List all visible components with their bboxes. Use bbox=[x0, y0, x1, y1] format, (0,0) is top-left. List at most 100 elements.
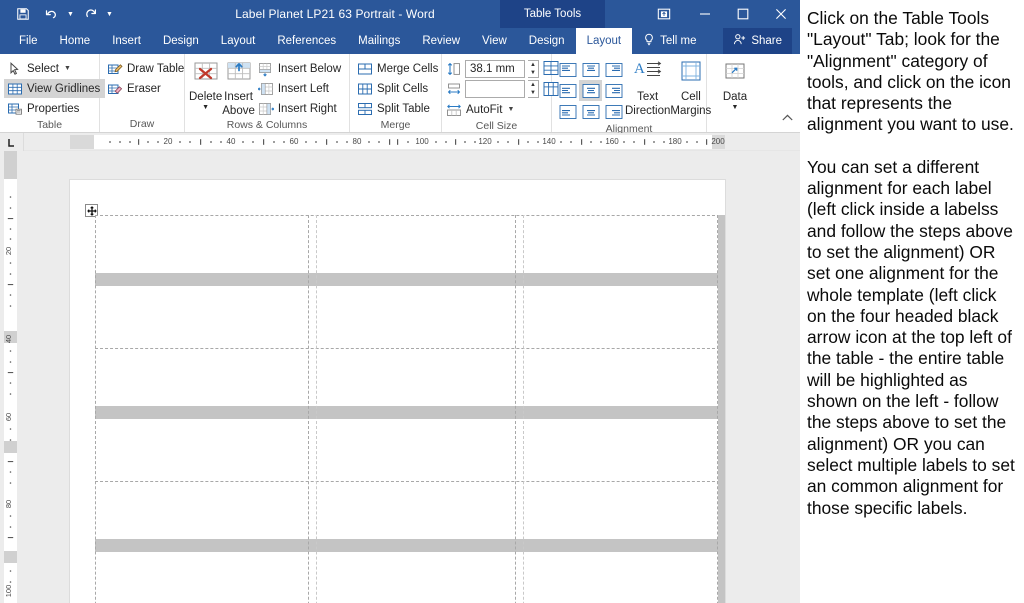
column-width-spinner[interactable]: ▲ ▼ bbox=[528, 80, 539, 98]
restore-icon[interactable] bbox=[724, 0, 762, 28]
undo-dropdown-icon[interactable]: ▼ bbox=[66, 1, 75, 27]
align-top-left-button[interactable] bbox=[556, 59, 579, 80]
align-bottom-left-button[interactable] bbox=[556, 101, 579, 122]
split-cells-button[interactable]: Split Cells bbox=[354, 79, 443, 98]
data-dropdown-icon[interactable]: ▼ bbox=[732, 104, 739, 112]
horizontal-ruler-track[interactable]: 20 40 60 80 100 120 140 160 180 200 bbox=[70, 135, 725, 149]
table-gap-row[interactable] bbox=[95, 273, 725, 286]
spinner-down-icon[interactable]: ▼ bbox=[528, 89, 538, 97]
draw-table-button[interactable]: Draw Table bbox=[104, 59, 189, 78]
view-gridlines-icon bbox=[7, 81, 23, 97]
close-icon[interactable] bbox=[762, 0, 800, 28]
column-width-input[interactable] bbox=[465, 80, 525, 98]
align-center-left-button[interactable] bbox=[556, 80, 579, 101]
row-height-icon bbox=[446, 61, 462, 77]
table-row[interactable] bbox=[95, 481, 725, 539]
merge-cells-icon bbox=[357, 61, 373, 77]
table-gap-row[interactable] bbox=[95, 539, 725, 552]
row-height-input[interactable]: 38.1 mm bbox=[465, 60, 525, 78]
tab-mailings[interactable]: Mailings bbox=[347, 28, 411, 54]
tab-table-tools-design[interactable]: Design bbox=[518, 28, 576, 54]
insert-above-label-2: Above bbox=[222, 104, 255, 117]
tab-view[interactable]: View bbox=[471, 28, 518, 54]
table-row[interactable] bbox=[95, 215, 725, 273]
table-row[interactable] bbox=[95, 348, 725, 406]
merge-cells-button[interactable]: Merge Cells bbox=[354, 59, 443, 78]
tell-me-box[interactable]: Tell me bbox=[632, 28, 707, 54]
properties-button[interactable]: Properties bbox=[4, 99, 105, 118]
tab-stop-selector[interactable] bbox=[0, 133, 24, 151]
row-height-spinner[interactable]: ▲ ▼ bbox=[528, 60, 539, 78]
tab-layout[interactable]: Layout bbox=[210, 28, 267, 54]
align-top-center-button[interactable] bbox=[579, 59, 602, 80]
document-page[interactable] bbox=[70, 180, 725, 603]
cell-margins-button[interactable]: Cell Margins bbox=[670, 57, 711, 117]
text-direction-button[interactable]: A Text Direction bbox=[625, 57, 670, 117]
group-label-rows-and-columns: Rows & Columns bbox=[226, 119, 308, 131]
svg-text:140: 140 bbox=[542, 137, 556, 146]
insert-below-button[interactable]: Insert Below bbox=[255, 59, 346, 78]
split-table-button[interactable]: Split Table bbox=[354, 99, 443, 118]
collapse-ribbon-button[interactable] bbox=[781, 110, 794, 128]
merge-group-commands: Merge Cells Split Cells Split Table bbox=[354, 57, 443, 118]
share-button[interactable]: Share bbox=[723, 28, 792, 54]
tab-home[interactable]: Home bbox=[49, 28, 102, 54]
lightbulb-icon bbox=[643, 33, 655, 49]
tab-file[interactable]: File bbox=[8, 28, 49, 54]
spinner-up-icon[interactable]: ▲ bbox=[528, 61, 538, 69]
horizontal-ruler[interactable]: 20 40 60 80 100 120 140 160 180 200 bbox=[0, 133, 800, 151]
eraser-button[interactable]: Eraser bbox=[104, 79, 189, 98]
autofit-button[interactable]: AutoFit ▼ bbox=[446, 100, 539, 119]
tab-references[interactable]: References bbox=[266, 28, 347, 54]
view-gridlines-button[interactable]: View Gridlines bbox=[4, 79, 106, 98]
cell-margins-label-2: Margins bbox=[670, 104, 712, 117]
align-center-button[interactable] bbox=[579, 80, 602, 101]
spinner-up-icon[interactable]: ▲ bbox=[528, 81, 538, 89]
align-top-right-button[interactable] bbox=[602, 59, 625, 80]
redo-icon[interactable] bbox=[77, 1, 103, 27]
autofit-dropdown-icon[interactable]: ▼ bbox=[507, 106, 514, 113]
select-button[interactable]: Select ▼ bbox=[4, 59, 105, 78]
ribbon-display-options-icon[interactable] bbox=[642, 0, 686, 28]
customize-quick-access-toolbar-icon[interactable]: ▼ bbox=[105, 1, 114, 27]
tell-me-label: Tell me bbox=[660, 35, 697, 47]
data-button[interactable]: Data ▼ bbox=[711, 57, 759, 112]
insert-right-button[interactable]: Insert Right bbox=[255, 99, 346, 118]
minimize-icon[interactable] bbox=[686, 0, 724, 28]
svg-text:20: 20 bbox=[4, 247, 13, 255]
text-direction-label-2: Direction bbox=[625, 104, 671, 117]
save-icon[interactable] bbox=[10, 1, 36, 27]
svg-text:60: 60 bbox=[4, 413, 13, 421]
table-row[interactable] bbox=[95, 419, 725, 481]
align-center-right-button[interactable] bbox=[602, 80, 625, 101]
label-table[interactable] bbox=[85, 204, 725, 603]
align-bottom-center-button[interactable] bbox=[579, 101, 602, 122]
group-label-table: Table bbox=[36, 119, 63, 131]
insert-left-button[interactable]: Insert Left bbox=[255, 79, 346, 98]
tab-table-tools-layout[interactable]: Layout bbox=[575, 28, 633, 54]
person-add-icon bbox=[733, 33, 746, 49]
tab-insert[interactable]: Insert bbox=[101, 28, 152, 54]
align-bottom-right-button[interactable] bbox=[602, 101, 625, 122]
table-gap-row[interactable] bbox=[95, 406, 725, 419]
insert-above-button[interactable]: Insert Above bbox=[222, 57, 255, 117]
tab-design[interactable]: Design bbox=[152, 28, 210, 54]
instruction-paragraph-2: You can set a different alignment for ea… bbox=[807, 156, 1015, 518]
delete-button[interactable]: Delete ▼ bbox=[189, 57, 222, 112]
select-dropdown-icon[interactable]: ▼ bbox=[64, 65, 71, 72]
tab-review[interactable]: Review bbox=[411, 28, 471, 54]
table-row[interactable] bbox=[95, 552, 725, 603]
data-icon bbox=[719, 60, 751, 90]
table-properties-icon bbox=[7, 101, 23, 117]
svg-text:200: 200 bbox=[711, 137, 725, 146]
document-scroll-area[interactable]: 20 40 60 80 100 120 bbox=[0, 151, 800, 603]
svg-text:A: A bbox=[634, 61, 645, 77]
draw-group-commands: Draw Table Eraser bbox=[104, 57, 189, 98]
table-gridline-v bbox=[95, 215, 96, 603]
spinner-down-icon[interactable]: ▼ bbox=[528, 69, 538, 77]
table-row[interactable] bbox=[95, 286, 725, 348]
ruler-ticks: 20 40 60 80 100 120 140 160 180 200 bbox=[109, 137, 725, 146]
vertical-ruler[interactable]: 20 40 60 80 100 120 bbox=[0, 151, 18, 603]
delete-dropdown-icon[interactable]: ▼ bbox=[202, 104, 209, 112]
undo-icon[interactable] bbox=[38, 1, 64, 27]
